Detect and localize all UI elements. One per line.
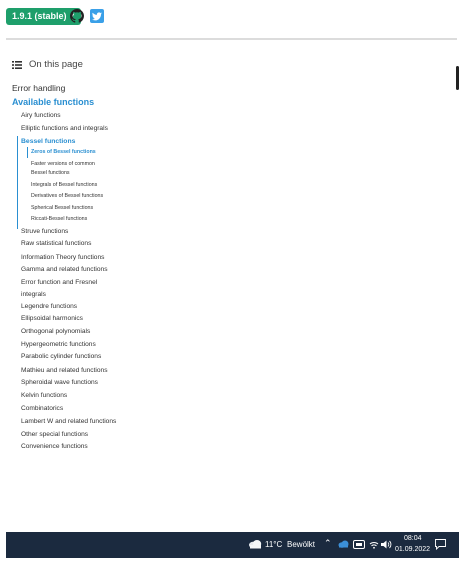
twitter-icon[interactable] xyxy=(90,9,104,23)
toc-item-information-theory[interactable]: Information Theory functions xyxy=(21,254,104,261)
chevron-up-icon[interactable]: ⌃ xyxy=(324,538,332,549)
toc-item-error-handling[interactable]: Error handling xyxy=(12,83,65,93)
github-icon[interactable] xyxy=(70,9,84,23)
toc-item-convenience[interactable]: Convenience functions xyxy=(21,443,88,450)
toc-item-kelvin[interactable]: Kelvin functions xyxy=(21,392,67,399)
onedrive-cloud-icon[interactable] xyxy=(338,540,349,548)
toc-item-zeros-of-bessel[interactable]: Zeros of Bessel functions xyxy=(31,149,96,155)
toc-item-combinatorics[interactable]: Combinatorics xyxy=(21,405,63,412)
device-icon[interactable] xyxy=(353,540,365,549)
toc-item-ellipsoidal-harmonics[interactable]: Ellipsoidal harmonics xyxy=(21,315,83,322)
toc-item-error-function-fresnel[interactable]: Error function and Fresnel xyxy=(21,279,97,286)
notification-center-icon[interactable] xyxy=(435,539,446,550)
wifi-icon[interactable] xyxy=(369,540,379,549)
toc-item-mathieu[interactable]: Mathieu and related functions xyxy=(21,367,108,374)
version-label: 1.9.1 (stable) xyxy=(12,11,67,21)
toc-item-gamma[interactable]: Gamma and related functions xyxy=(21,266,108,273)
on-this-page-label: On this page xyxy=(29,59,83,70)
clock-time[interactable]: 08:04 xyxy=(404,535,422,542)
scrollbar-thumb[interactable] xyxy=(456,66,459,90)
toc-item-raw-statistical[interactable]: Raw statistical functions xyxy=(21,240,91,247)
top-bar: 1.9.1 (stable) ▼ xyxy=(0,0,474,40)
toc-item-available-functions[interactable]: Available functions xyxy=(12,97,94,107)
cloud-weather-icon[interactable] xyxy=(248,539,262,550)
toc-item-error-function-fresnel-cont[interactable]: integrals xyxy=(21,291,46,298)
active-section-indicator xyxy=(17,136,18,229)
weather-temperature[interactable]: 11°C xyxy=(265,540,282,549)
twitter-bird-icon xyxy=(92,11,102,20)
toc-item-lambert-w[interactable]: Lambert W and related functions xyxy=(21,418,116,425)
on-this-page-heading: On this page xyxy=(12,59,83,70)
toc-item-airy-functions[interactable]: Airy functions xyxy=(21,112,61,119)
header-divider xyxy=(6,38,457,40)
weather-condition[interactable]: Bewölkt xyxy=(287,540,315,549)
toc-item-hypergeometric[interactable]: Hypergeometric functions xyxy=(21,341,96,348)
toc-item-riccati-bessel[interactable]: Riccati-Bessel functions xyxy=(31,215,87,224)
toc-item-spherical-bessel[interactable]: Spherical Bessel functions xyxy=(31,204,93,213)
toc-item-faster-versions-cont[interactable]: Bessel functions xyxy=(31,169,70,178)
windows-taskbar: 11°C Bewölkt ⌃ 08:04 01.09.2022 xyxy=(6,532,459,558)
toc-item-orthogonal-polynomials[interactable]: Orthogonal polynomials xyxy=(21,328,90,335)
toc-item-derivatives-of-bessel[interactable]: Derivatives of Bessel functions xyxy=(31,192,103,201)
speaker-volume-icon[interactable] xyxy=(381,540,392,549)
active-subsection-indicator xyxy=(27,147,28,158)
toc-item-elliptic-functions[interactable]: Elliptic functions and integrals xyxy=(21,125,108,132)
toc-item-faster-versions[interactable]: Faster versions of common xyxy=(31,160,95,169)
toc-item-bessel-functions[interactable]: Bessel functions xyxy=(21,138,75,145)
toc-item-legendre[interactable]: Legendre functions xyxy=(21,303,77,310)
toc-item-other-special[interactable]: Other special functions xyxy=(21,431,88,438)
toc-item-struve-functions[interactable]: Struve functions xyxy=(21,228,68,235)
list-icon xyxy=(12,60,22,69)
toc-item-integrals-of-bessel[interactable]: Integrals of Bessel functions xyxy=(31,181,97,190)
toc-item-parabolic-cylinder[interactable]: Parabolic cylinder functions xyxy=(21,353,101,360)
clock-date[interactable]: 01.09.2022 xyxy=(395,546,430,553)
toc-item-spheroidal-wave[interactable]: Spheroidal wave functions xyxy=(21,379,98,386)
